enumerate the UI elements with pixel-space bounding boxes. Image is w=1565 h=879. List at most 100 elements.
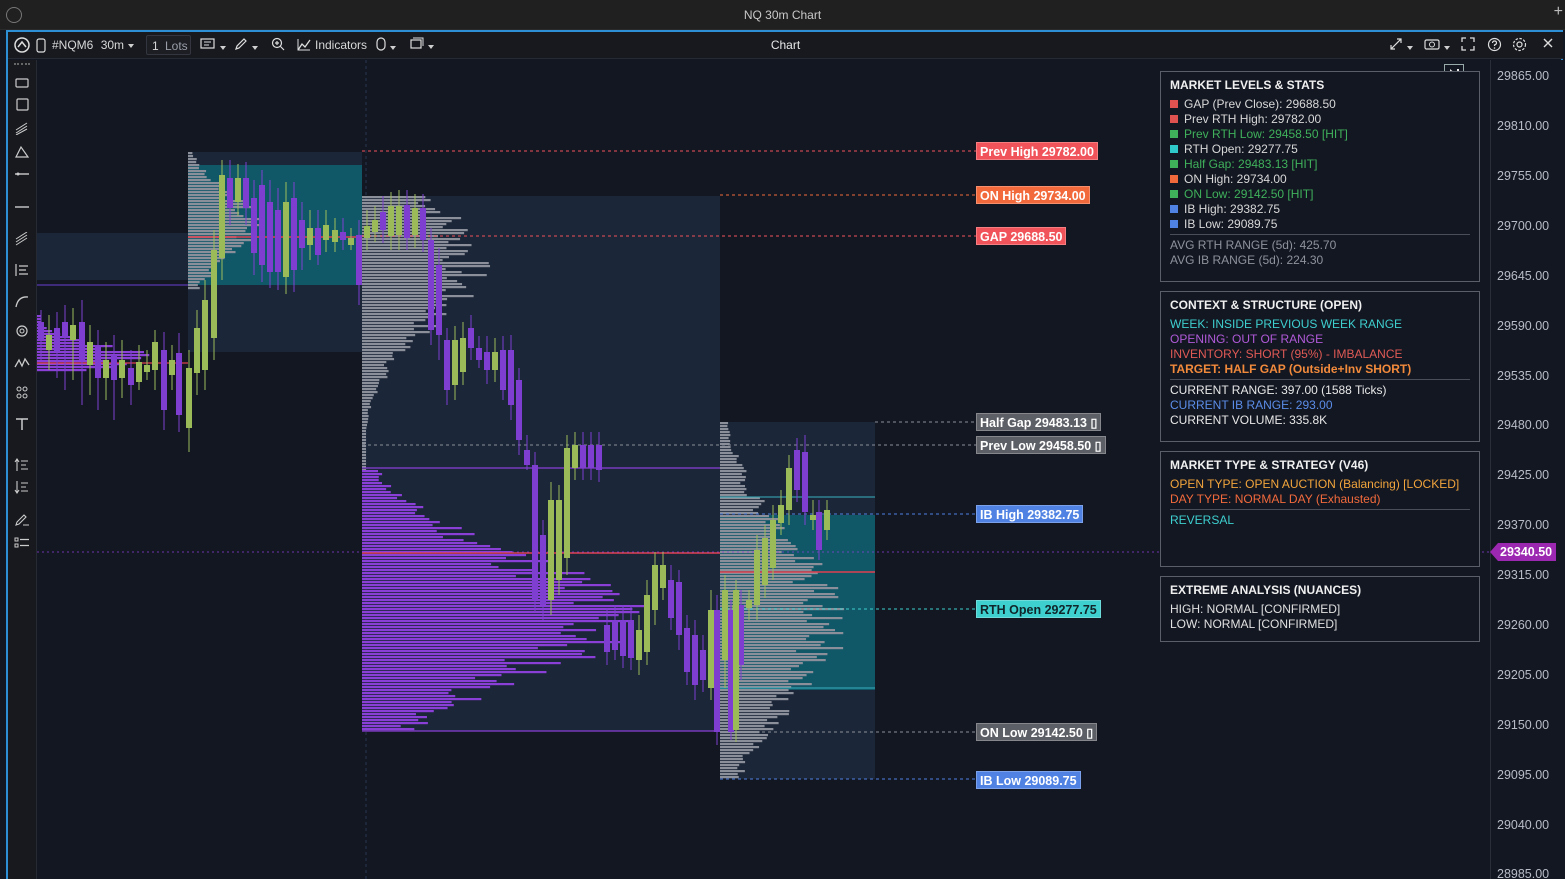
volume-profile-bar — [362, 638, 587, 641]
volume-profile-bar — [720, 434, 731, 437]
bullish-candle — [152, 342, 158, 370]
level-label-on-low[interactable]: ON Low 29142.50 ▯ — [976, 723, 1098, 741]
ray-tool-icon[interactable] — [14, 200, 30, 214]
extreme-high: HIGH: NORMAL [CONFIRMED] — [1170, 602, 1341, 616]
settings-gear-icon[interactable] — [1512, 37, 1527, 55]
volume-profile-bar — [362, 433, 366, 436]
volume-profile-bar — [188, 215, 244, 218]
level-label-on-high[interactable]: ON High 29734.00 — [976, 186, 1090, 204]
volume-profile-bar — [362, 319, 426, 322]
bullish-candle — [746, 600, 752, 608]
volume-profile-bar — [720, 704, 773, 707]
object-list-icon[interactable] — [14, 536, 30, 550]
eraser-tool-icon[interactable] — [14, 513, 30, 527]
level-label-prev-high[interactable]: Prev High 29782.00 — [976, 142, 1098, 160]
text-tool-icon[interactable] — [14, 417, 30, 431]
volume-profile-bar — [362, 238, 461, 241]
volume-profile-bar — [188, 185, 221, 188]
volume-profile-bar — [188, 248, 232, 251]
volume-profile-bar — [188, 284, 198, 287]
camera-icon[interactable] — [1424, 37, 1450, 54]
volume-profile-bar — [362, 632, 561, 635]
volume-profile-bar — [362, 328, 414, 331]
horizontal-line-tool-icon[interactable] — [14, 167, 30, 181]
level-label-half-gap[interactable]: Half Gap 29483.13 ▯ — [976, 413, 1102, 431]
phone-icon[interactable] — [36, 38, 46, 56]
curve-tool-icon[interactable] — [14, 294, 30, 308]
indicators-label: Indicators — [315, 38, 368, 52]
new-window-icon[interactable]: + — [1554, 4, 1563, 20]
pencil-icon[interactable] — [234, 37, 258, 54]
alert-icon[interactable] — [376, 37, 396, 54]
volume-profile-bar — [362, 548, 501, 551]
volume-profile-bar — [362, 557, 506, 560]
close-icon[interactable] — [1542, 37, 1554, 52]
chart-logo-icon[interactable] — [14, 37, 30, 56]
volume-profile-bar — [720, 521, 766, 524]
short-position-tool-icon[interactable] — [14, 480, 30, 494]
triangle-tool-icon[interactable] — [14, 145, 30, 159]
square-tool-icon[interactable] — [14, 98, 30, 112]
volume-profile-bar — [720, 758, 743, 761]
volume-profile-bar — [720, 746, 760, 749]
symbol-label: #NQM6 — [52, 38, 94, 52]
rectangle-tool-icon[interactable] — [14, 76, 30, 90]
volume-profile-bar — [720, 719, 768, 722]
pattern-tool-icon[interactable] — [14, 385, 30, 399]
volume-profile-bar — [362, 331, 430, 334]
fullscreen-icon[interactable] — [1461, 37, 1475, 54]
volume-profile-bar — [362, 250, 468, 253]
panel-title: MARKET LEVELS & STATS — [1170, 78, 1325, 92]
volume-profile-bar — [362, 418, 369, 421]
bearish-candle — [476, 348, 482, 360]
price-axis[interactable]: 29865.00 29810.00 29755.00 29700.00 2964… — [1490, 60, 1563, 879]
symbol-selector[interactable]: #NQM6 30m — [52, 38, 135, 52]
help-icon[interactable] — [1487, 37, 1502, 55]
lots-field[interactable]: 1 Lots — [146, 35, 191, 55]
volume-profile-bar — [362, 686, 491, 689]
bullish-candle — [810, 515, 816, 520]
volume-profile-bar — [720, 473, 742, 476]
channel-tool-icon[interactable] — [14, 231, 30, 246]
volume-profile-bar — [720, 539, 788, 542]
compare-icon[interactable] — [1389, 37, 1413, 54]
bearish-candle — [620, 620, 626, 656]
bullish-candle — [396, 206, 402, 235]
volume-profile-bar — [362, 295, 474, 298]
list-item: RTH Open: 29277.75 — [1170, 142, 1470, 157]
bearish-candle — [532, 465, 538, 600]
chart-type-icon[interactable] — [200, 37, 226, 54]
level-label-rth-open[interactable]: RTH Open 29277.75 — [976, 600, 1101, 618]
bearish-candle — [251, 198, 257, 253]
level-label-prev-low[interactable]: Prev Low 29458.50 ▯ — [976, 436, 1106, 454]
volume-profile-bar — [720, 740, 763, 743]
volume-profile-bar — [362, 454, 366, 457]
level-label-ib-low[interactable]: IB Low 29089.75 — [976, 771, 1081, 789]
bearish-candle — [356, 235, 362, 285]
zoom-in-icon[interactable] — [271, 37, 285, 54]
bullish-candle — [388, 206, 394, 236]
layout-icon[interactable] — [410, 37, 434, 53]
toolbar-grip-icon[interactable] — [14, 63, 30, 67]
volume-profile-bar — [720, 494, 747, 497]
volume-profile-bar — [362, 674, 502, 677]
volume-profile-bar — [362, 491, 391, 494]
bearish-candle — [62, 322, 68, 338]
long-position-tool-icon[interactable] — [14, 458, 30, 472]
price-tick: 29645.00 — [1497, 269, 1550, 283]
bearish-candle — [315, 228, 321, 255]
volume-profile-bar — [362, 647, 538, 650]
bearish-candle — [176, 353, 182, 415]
wave-tool-icon[interactable] — [14, 356, 30, 370]
volume-profile-bar — [720, 500, 765, 503]
gann-tool-icon[interactable] — [14, 263, 30, 277]
price-tick: 29260.00 — [1497, 618, 1550, 632]
volume-profile-bar — [362, 379, 380, 382]
level-label-ib-high[interactable]: IB High 29382.75 — [976, 505, 1084, 523]
target-tool-icon[interactable] — [14, 324, 30, 338]
volume-profile-bar — [362, 707, 448, 710]
level-label-gap[interactable]: GAP 29688.50 — [976, 227, 1067, 245]
fib-lines-tool-icon[interactable] — [14, 121, 30, 136]
indicators-button[interactable]: Indicators — [297, 38, 367, 52]
bearish-candle — [468, 328, 474, 348]
